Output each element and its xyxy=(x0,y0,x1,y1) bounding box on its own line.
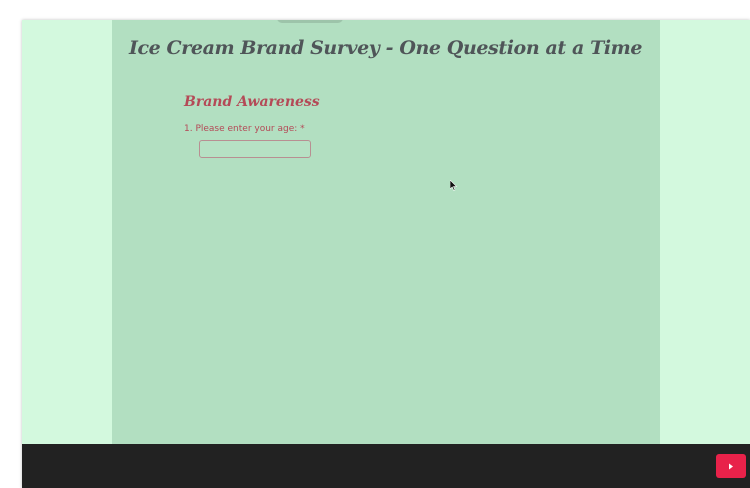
play-triangle-icon xyxy=(729,463,733,469)
required-asterisk: * xyxy=(300,124,305,134)
survey-page: Ice Cream Brand Survey - One Question at… xyxy=(22,20,750,488)
question-text: 1. Please enter your age: xyxy=(184,124,301,134)
age-input[interactable] xyxy=(199,140,311,158)
next-button[interactable] xyxy=(716,454,746,478)
section-heading: Brand Awareness xyxy=(184,94,320,110)
survey-content-panel: Ice Cream Brand Survey - One Question at… xyxy=(112,20,660,444)
survey-title: Ice Cream Brand Survey - One Question at… xyxy=(129,37,643,59)
mouse-cursor-icon xyxy=(450,180,458,191)
footer-bar xyxy=(22,444,750,488)
top-tab-handle xyxy=(277,20,343,23)
question-label: 1. Please enter your age: * xyxy=(184,124,305,134)
